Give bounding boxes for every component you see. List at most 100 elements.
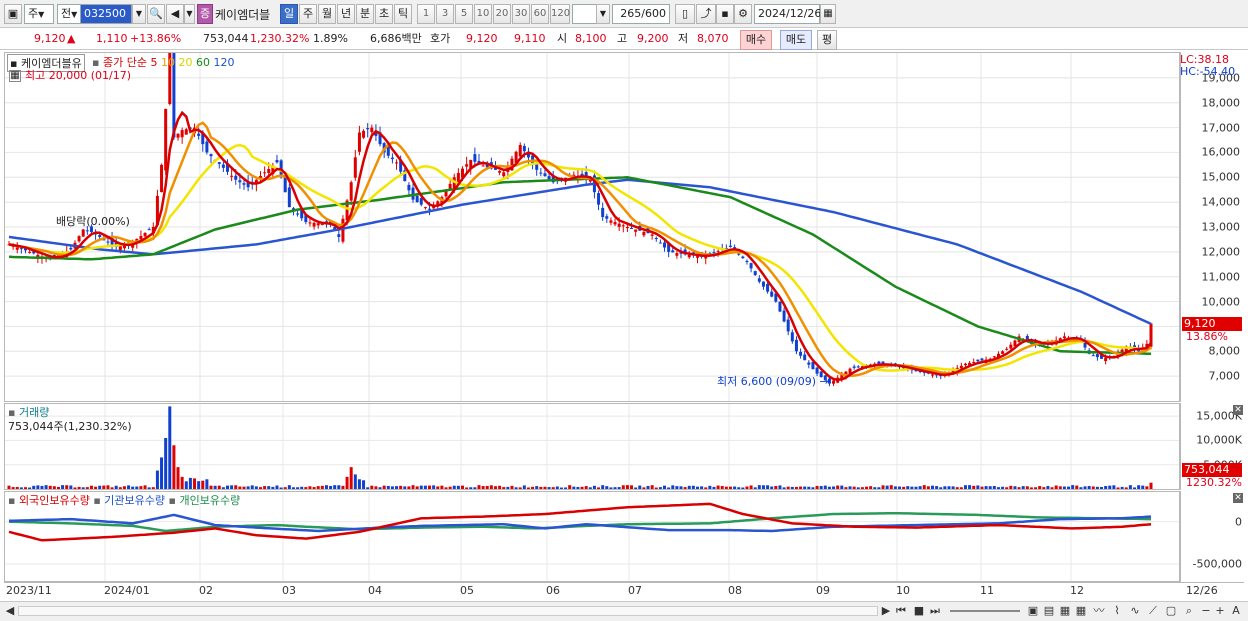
volume-bar xyxy=(720,486,724,489)
candle-type-icon[interactable]: ▯ xyxy=(675,4,695,24)
table-icon[interactable]: ▦ xyxy=(1058,604,1072,618)
candle-body xyxy=(217,162,221,164)
interval-button[interactable]: 20 xyxy=(493,4,511,24)
jump-start-icon[interactable]: ⏮ xyxy=(894,604,908,618)
volume-bar xyxy=(704,487,708,489)
scroll-left-icon[interactable]: ◀ xyxy=(4,604,16,618)
search-icon[interactable]: 🔍 xyxy=(147,4,165,24)
interval-button[interactable]: 120 xyxy=(550,4,570,24)
volume-bar xyxy=(790,486,794,489)
volume-bar xyxy=(201,480,205,489)
zoom-in-icon[interactable]: + xyxy=(1214,604,1226,618)
interval-button[interactable]: 1 xyxy=(417,4,435,24)
volume-bar xyxy=(646,485,650,489)
volume-bar xyxy=(1095,486,1099,489)
price-tick-label: 17,000 xyxy=(1201,121,1241,135)
volume-bar xyxy=(823,485,827,489)
candle-body xyxy=(1009,344,1013,349)
grid-icon[interactable]: ▦ xyxy=(1074,604,1088,618)
volume-bar xyxy=(89,485,93,489)
volume-bar xyxy=(246,486,250,489)
trend-icon[interactable]: ⌇ xyxy=(1110,604,1124,618)
period-button[interactable]: 주 xyxy=(299,4,317,24)
grid-toggle-icon[interactable]: ▦ xyxy=(9,70,21,82)
volume-bar xyxy=(357,479,361,489)
volume-bar xyxy=(811,487,815,489)
period-button[interactable]: 초 xyxy=(375,4,393,24)
volume-bar xyxy=(535,486,539,489)
volume-bar xyxy=(848,486,852,489)
holdings-tick-label: -500,000 xyxy=(1192,557,1242,571)
volume-bar xyxy=(885,485,889,489)
zoom-out-icon[interactable]: − xyxy=(1200,604,1212,618)
interval-button[interactable]: 3 xyxy=(436,4,454,24)
period-button[interactable]: 월 xyxy=(318,4,336,24)
code-input[interactable]: 032500 xyxy=(80,4,132,24)
candle-body xyxy=(160,164,164,193)
volume-bar xyxy=(609,487,613,489)
volume-bar xyxy=(865,486,869,489)
stop-icon[interactable]: ■ xyxy=(912,604,926,618)
save-icon[interactable]: ▪ xyxy=(716,4,734,24)
scroll-track[interactable] xyxy=(18,606,878,616)
sell-button[interactable]: 매도 xyxy=(780,30,812,50)
volume-bar xyxy=(164,438,168,489)
legend-ma60: 60 xyxy=(195,56,210,69)
zoom-search-icon[interactable]: ⌕ xyxy=(1182,604,1196,618)
volume-bar xyxy=(679,486,683,489)
wave-icon[interactable]: 〰 xyxy=(1092,604,1106,618)
volume-bar xyxy=(275,485,279,489)
screenshot-icon[interactable]: ▢ xyxy=(1164,604,1178,618)
candle-body xyxy=(807,362,811,365)
interval-button[interactable]: 10 xyxy=(474,4,492,24)
sound-icon[interactable]: ◀ xyxy=(166,4,184,24)
code-dropdown-icon[interactable]: ▼ xyxy=(132,4,146,24)
interval-button[interactable]: 5 xyxy=(455,4,473,24)
holdings-close-icon[interactable]: ✕ xyxy=(1233,493,1243,503)
volume-bar xyxy=(778,485,782,489)
buy-button[interactable]: 매수 xyxy=(740,30,772,50)
split-icon[interactable]: ▣ xyxy=(1026,604,1040,618)
font-size-icon[interactable]: A xyxy=(1230,604,1242,618)
volume-bar xyxy=(296,487,300,489)
volume-bar xyxy=(188,477,192,489)
candle-body xyxy=(976,359,980,362)
candle-body xyxy=(856,366,860,368)
period-button[interactable]: 분 xyxy=(356,4,374,24)
volume-bar xyxy=(1075,485,1079,489)
settings-gear-icon[interactable]: ⚙ xyxy=(734,4,752,24)
candle-body xyxy=(419,198,423,205)
candle-body xyxy=(518,144,522,157)
period-button[interactable]: 틱 xyxy=(394,4,412,24)
calendar-icon[interactable]: ▦ xyxy=(820,4,836,24)
window-menu-icon[interactable]: ▣ xyxy=(4,4,22,24)
period-button[interactable]: 년 xyxy=(337,4,355,24)
interval-dropdown-icon[interactable]: ▼ xyxy=(596,4,610,24)
pane-menu-icon[interactable]: ▪ xyxy=(10,57,17,70)
volume-bar xyxy=(411,485,415,489)
price-tick-label: 12,000 xyxy=(1201,245,1241,259)
zoom-slider[interactable] xyxy=(950,610,1020,612)
volume-bar xyxy=(56,486,60,489)
jump-end-icon[interactable]: ⏭ xyxy=(928,604,942,618)
scroll-right-icon[interactable]: ▶ xyxy=(880,604,892,618)
volume-bar xyxy=(423,485,427,489)
volume-bar xyxy=(366,487,370,489)
volume-bar xyxy=(98,485,102,489)
volume-bar xyxy=(893,486,897,489)
market-mode-select[interactable]: 주▼ xyxy=(24,4,54,24)
indicator-icon[interactable]: ∿ xyxy=(1128,604,1142,618)
volume-bar xyxy=(873,487,877,489)
line-type-icon[interactable]: ⤴ xyxy=(696,4,716,24)
count-input[interactable]: 265/600 xyxy=(612,4,670,24)
step-dropdown-icon[interactable]: ▼ xyxy=(184,4,195,24)
eval-button[interactable]: 평 xyxy=(817,30,837,50)
interval-button[interactable]: 30 xyxy=(512,4,530,24)
ruler-icon[interactable]: ⟋ xyxy=(1146,604,1160,618)
interval-button[interactable]: 60 xyxy=(531,4,549,24)
period-button[interactable]: 일 xyxy=(280,4,298,24)
date-input[interactable]: 2024/12/26 xyxy=(754,4,821,24)
volume-close-icon[interactable]: ✕ xyxy=(1233,405,1243,415)
layout-icon[interactable]: ▤ xyxy=(1042,604,1056,618)
candle-body xyxy=(794,339,798,352)
